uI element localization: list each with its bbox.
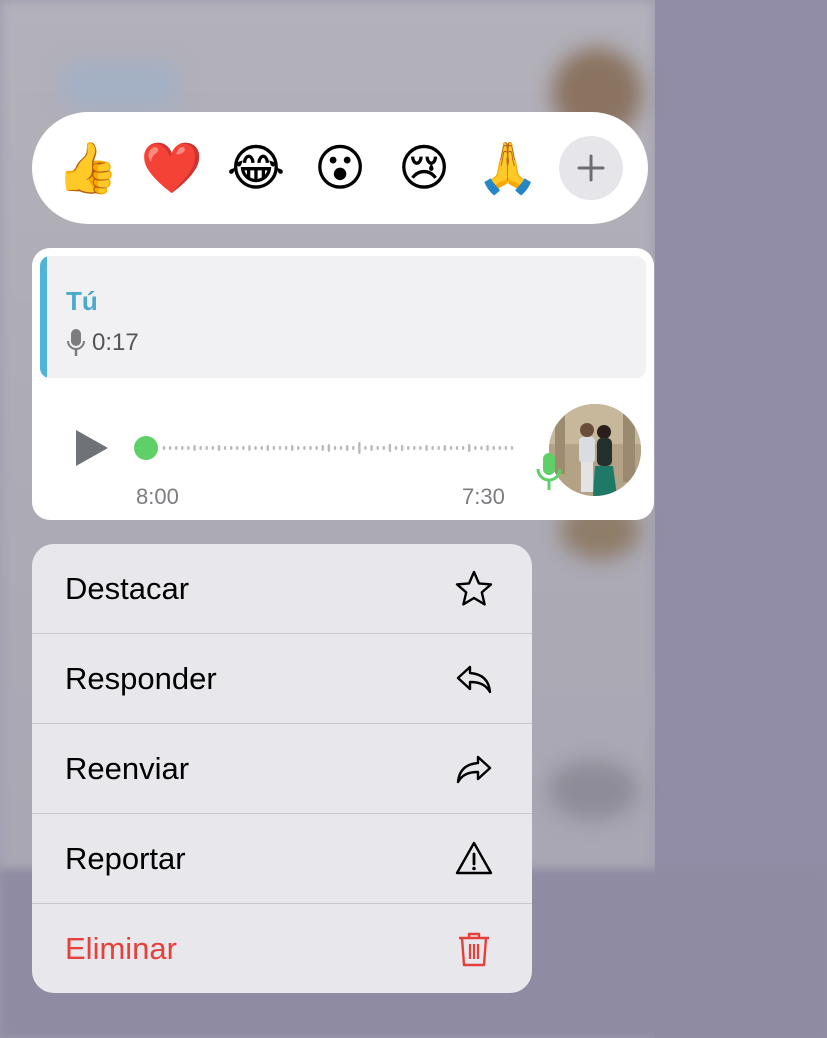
waveform-bar	[321, 445, 324, 451]
waveform-bar	[309, 446, 312, 450]
voice-note-microphone-icon	[536, 453, 562, 490]
waveform-bar	[352, 446, 355, 450]
voice-remaining-time: 7:30	[462, 484, 505, 509]
waveform-bar	[425, 445, 428, 451]
waveform-bar	[480, 446, 483, 450]
waveform-bar	[217, 445, 221, 451]
waveform-bar	[474, 446, 477, 450]
waveform-bar	[394, 446, 398, 450]
waveform-bar	[175, 446, 178, 450]
waveform-bar	[199, 446, 202, 450]
waveform-bar	[297, 446, 300, 450]
waveform-bar	[272, 446, 276, 450]
waveform-bar	[339, 446, 343, 450]
waveform-bar	[327, 444, 331, 452]
waveform-bar	[419, 446, 422, 450]
waveform-bar	[291, 445, 294, 451]
voice-elapsed-time: 8:00	[136, 484, 179, 509]
menu-item-forward[interactable]: Reenviar	[32, 724, 532, 814]
waveform-bar	[260, 446, 263, 450]
waveform-bar	[510, 446, 514, 450]
waveform-bar	[413, 446, 416, 450]
reaction-tears-of-joy[interactable]: 😂	[224, 136, 288, 200]
reaction-surprised[interactable]: 😮	[308, 136, 372, 200]
avatar[interactable]	[549, 404, 641, 496]
menu-item-label: Destacar	[65, 570, 190, 606]
waveform-bar	[443, 445, 447, 451]
waveform-bar	[358, 442, 361, 454]
waveform-bar	[468, 444, 471, 452]
menu-item-star[interactable]: Destacar	[32, 544, 532, 634]
reaction-crying[interactable]: 😢	[392, 136, 456, 200]
waveform-bar	[162, 446, 166, 450]
waveform-bar	[266, 445, 269, 451]
plus-icon	[577, 154, 605, 182]
waveform-bar	[461, 446, 465, 450]
waveform-bar	[168, 446, 172, 450]
waveform-bar	[376, 446, 379, 450]
waveform-bar	[254, 446, 257, 450]
waveform-bar	[504, 446, 508, 450]
waveform-bar	[498, 446, 501, 450]
waveform-bar	[370, 445, 373, 451]
voice-waveform[interactable]	[134, 435, 514, 461]
play-button[interactable]	[72, 428, 112, 468]
reaction-thumbs-up[interactable]: 👍	[56, 136, 120, 200]
forward-icon	[456, 755, 492, 784]
menu-item-label: Reportar	[65, 840, 186, 876]
waveform-bar	[223, 446, 227, 450]
waveform-bar	[193, 445, 196, 451]
reaction-heart[interactable]: ❤️	[140, 136, 204, 200]
waveform-bar	[181, 446, 184, 450]
waveform-bar	[284, 446, 288, 450]
waveform-bar	[345, 445, 349, 451]
more-reactions-button[interactable]	[559, 136, 623, 200]
menu-item-delete[interactable]: Eliminar	[32, 904, 532, 993]
waveform-bar	[242, 446, 245, 450]
voice-message-bubble: Tú 0:17 8:00 7:30	[32, 248, 654, 520]
waveform-bar	[407, 446, 410, 450]
waveform-bar	[437, 446, 440, 450]
quoted-message[interactable]: Tú 0:17	[40, 256, 646, 378]
waveform-bar	[449, 446, 453, 450]
menu-item-label: Reenviar	[65, 750, 190, 786]
quote-duration: 0:17	[92, 329, 139, 356]
trash-icon	[459, 932, 489, 967]
playback-knob[interactable]	[134, 436, 158, 460]
waveform-bar	[388, 444, 392, 452]
menu-item-reply[interactable]: Responder	[32, 634, 532, 724]
waveform-bar	[400, 445, 404, 451]
waveform-bar	[431, 446, 434, 450]
waveform-bar	[333, 446, 337, 450]
waveform-bar	[278, 446, 282, 450]
message-context-menu: Destacar Responder Reenviar Reportar Eli…	[32, 544, 532, 993]
waveform-bar	[236, 446, 239, 450]
waveform-bar	[205, 446, 208, 450]
waveform-bar	[455, 446, 459, 450]
star-icon	[455, 570, 493, 606]
menu-item-report[interactable]: Reportar	[32, 814, 532, 904]
waveform-bar	[187, 446, 190, 450]
quote-sender: Tú	[66, 286, 98, 316]
waveform-bar	[382, 446, 385, 450]
reply-icon	[456, 665, 492, 694]
warning-icon	[455, 841, 493, 875]
quote-accent-bar	[40, 256, 47, 378]
waveform-bar	[486, 445, 489, 451]
waveform-bar	[315, 446, 318, 450]
waveform-bar	[303, 446, 306, 450]
microphone-icon	[67, 329, 85, 356]
reaction-bar: 👍 ❤️ 😂 😮 😢 🙏	[32, 112, 648, 224]
waveform-bar	[364, 446, 367, 450]
waveform-bar	[229, 446, 233, 450]
reaction-folded-hands[interactable]: 🙏	[476, 136, 540, 200]
menu-item-label: Eliminar	[65, 931, 177, 966]
waveform-bar	[211, 446, 215, 450]
waveform-bar	[248, 445, 251, 451]
menu-item-label: Responder	[65, 660, 217, 696]
waveform-bar	[492, 446, 495, 450]
